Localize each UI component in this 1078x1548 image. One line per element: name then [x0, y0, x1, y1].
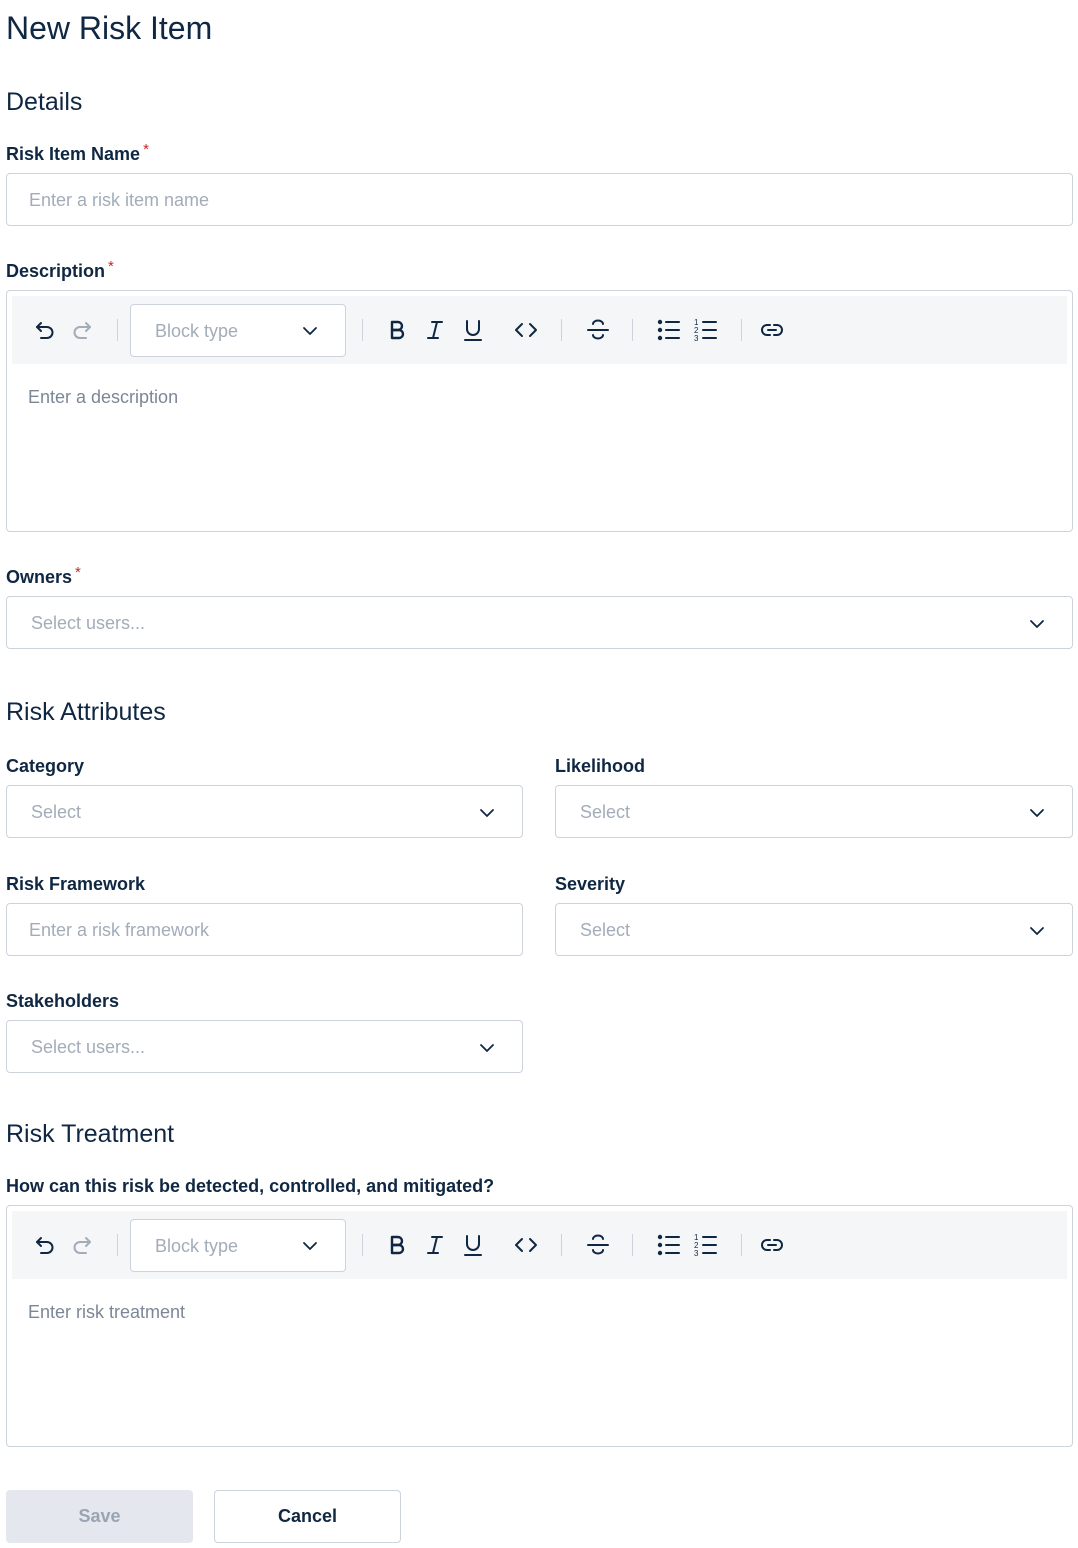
stakeholders-placeholder: Select users...: [31, 1037, 146, 1057]
italic-icon[interactable]: [422, 1232, 448, 1258]
toolbar-divider: [117, 1234, 118, 1256]
numbered-list-icon[interactable]: 123: [693, 1232, 719, 1258]
risk-item-name-placeholder: Enter a risk item name: [29, 190, 210, 210]
chevron-down-icon: [478, 1039, 496, 1057]
likelihood-placeholder: Select: [580, 802, 631, 822]
redo-icon[interactable]: [69, 317, 95, 343]
toolbar-divider: [561, 1234, 562, 1256]
svg-text:3: 3: [694, 334, 699, 343]
cancel-button[interactable]: Cancel: [214, 1490, 401, 1543]
block-type-placeholder: Block type: [155, 321, 239, 341]
description-editor[interactable]: Block type 123 Enter a description: [6, 290, 1073, 532]
block-type-placeholder: Block type: [155, 1236, 239, 1256]
chevron-down-icon: [301, 1237, 319, 1255]
stakeholders-label: Stakeholders: [6, 991, 120, 1011]
owners-select[interactable]: Select users...: [6, 596, 1073, 649]
toolbar-divider: [741, 1234, 742, 1256]
required-asterisk: *: [108, 258, 114, 275]
risk-treatment-editor[interactable]: Block type 123 Enter risk treatment: [6, 1205, 1073, 1447]
toolbar-divider: [632, 319, 633, 341]
page-title: New Risk Item: [6, 10, 213, 46]
strikethrough-icon[interactable]: [585, 1232, 611, 1258]
required-asterisk: *: [75, 564, 81, 581]
risk-framework-placeholder: Enter a risk framework: [29, 920, 210, 940]
toolbar-divider: [362, 1234, 363, 1256]
risk-item-name-label-text: Risk Item Name: [6, 144, 141, 164]
code-icon[interactable]: [513, 317, 539, 343]
severity-placeholder: Select: [580, 920, 631, 940]
svg-text:3: 3: [694, 1249, 699, 1258]
risk-item-name-label: Risk Item Name *: [6, 141, 149, 168]
stakeholders-select[interactable]: Select users...: [6, 1020, 523, 1073]
toolbar-divider: [561, 319, 562, 341]
save-button[interactable]: Save: [6, 1490, 193, 1543]
italic-icon[interactable]: [422, 317, 448, 343]
bold-icon[interactable]: [384, 317, 410, 343]
likelihood-label: Likelihood: [555, 756, 645, 776]
category-placeholder: Select: [31, 802, 82, 822]
strikethrough-icon[interactable]: [585, 317, 611, 343]
owners-label: Owners *: [6, 564, 81, 591]
category-label: Category: [6, 756, 85, 776]
severity-label: Severity: [555, 874, 626, 894]
risk-attributes-heading: Risk Attributes: [6, 698, 166, 726]
toolbar-divider: [741, 319, 742, 341]
description-toolbar: Block type 123: [12, 296, 1067, 364]
numbered-list-icon[interactable]: 123: [693, 317, 719, 343]
bold-icon[interactable]: [384, 1232, 410, 1258]
chevron-down-icon: [1028, 615, 1046, 633]
undo-icon[interactable]: [32, 317, 58, 343]
link-icon[interactable]: [759, 1232, 785, 1258]
bullet-list-icon[interactable]: [656, 1232, 682, 1258]
description-label-text: Description: [6, 261, 106, 281]
redo-icon[interactable]: [69, 1232, 95, 1258]
undo-icon[interactable]: [32, 1232, 58, 1258]
bullet-list-icon[interactable]: [656, 317, 682, 343]
risk-framework-input[interactable]: Enter a risk framework: [6, 903, 523, 956]
risk-framework-label: Risk Framework: [6, 874, 146, 894]
owners-label-text: Owners: [6, 567, 73, 587]
description-label: Description *: [6, 258, 114, 285]
risk-treatment-heading: Risk Treatment: [6, 1120, 175, 1148]
details-heading: Details: [6, 88, 83, 116]
risk-treatment-question-label: How can this risk be detected, controlle…: [6, 1176, 495, 1196]
block-type-select[interactable]: Block type: [130, 1219, 346, 1272]
required-asterisk: *: [143, 141, 149, 158]
underline-icon[interactable]: [460, 1232, 486, 1258]
link-icon[interactable]: [759, 317, 785, 343]
block-type-select[interactable]: Block type: [130, 304, 346, 357]
risk-treatment-placeholder: Enter risk treatment: [28, 1302, 186, 1322]
chevron-down-icon: [478, 804, 496, 822]
underline-icon[interactable]: [460, 317, 486, 343]
owners-placeholder: Select users...: [31, 613, 146, 633]
code-icon[interactable]: [513, 1232, 539, 1258]
toolbar-divider: [362, 319, 363, 341]
chevron-down-icon: [1028, 922, 1046, 940]
severity-select[interactable]: Select: [555, 903, 1073, 956]
likelihood-select[interactable]: Select: [555, 785, 1073, 838]
toolbar-divider: [632, 1234, 633, 1256]
chevron-down-icon: [1028, 804, 1046, 822]
risk-item-name-input[interactable]: Enter a risk item name: [6, 173, 1073, 226]
description-placeholder: Enter a description: [28, 387, 179, 407]
category-select[interactable]: Select: [6, 785, 523, 838]
risk-treatment-toolbar: Block type 123: [12, 1211, 1067, 1279]
chevron-down-icon: [301, 322, 319, 340]
toolbar-divider: [117, 319, 118, 341]
